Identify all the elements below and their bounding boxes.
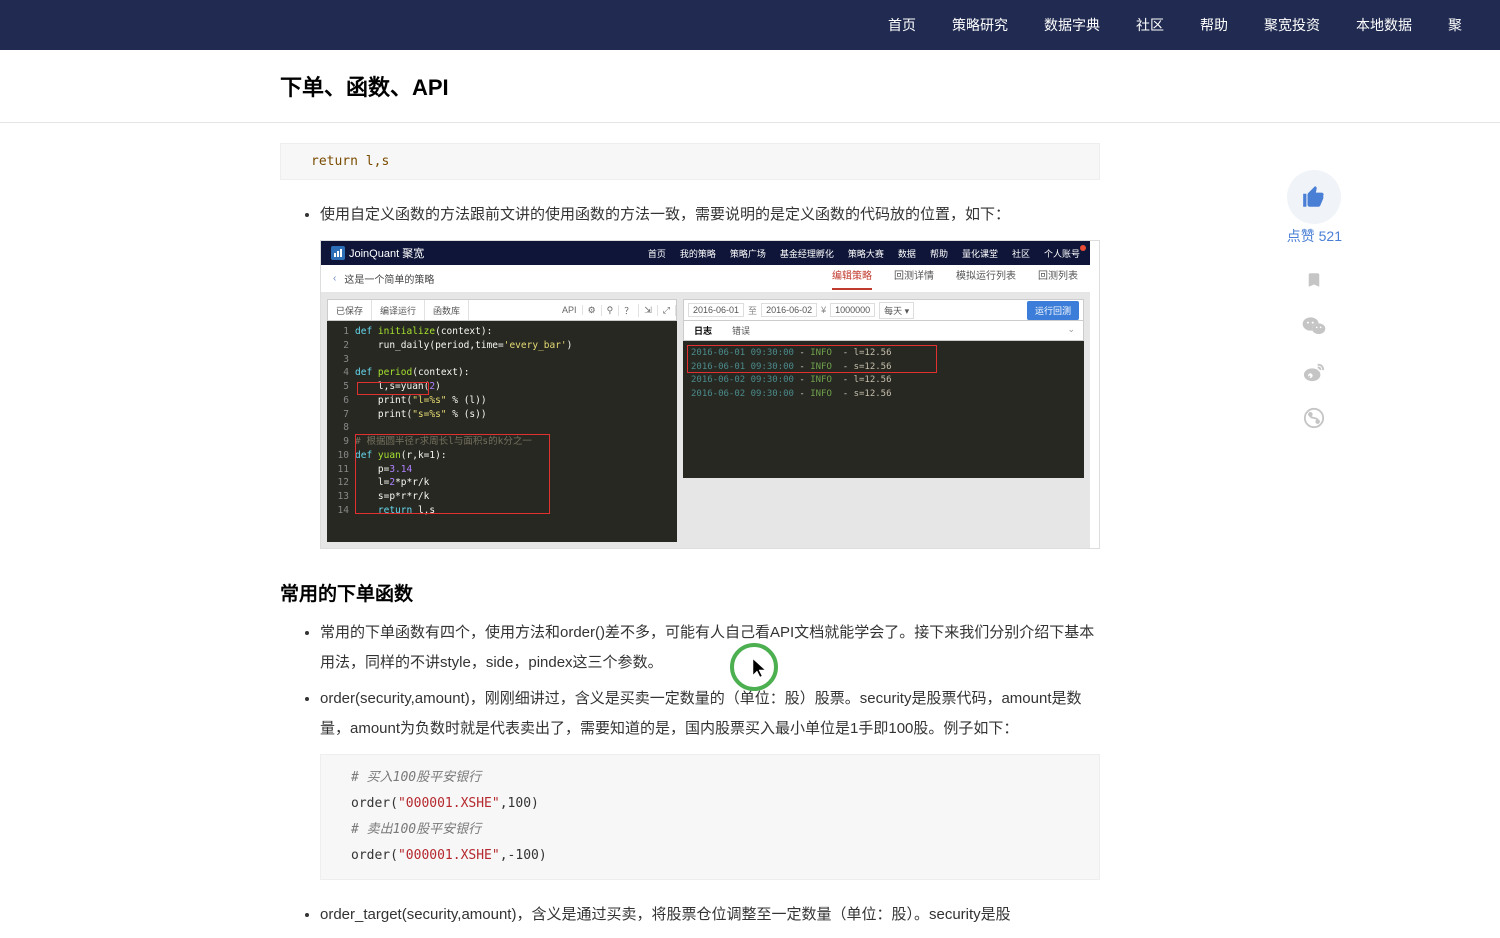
tab-backtest-list[interactable]: 回测列表 bbox=[1038, 267, 1078, 290]
mini-nav-item[interactable]: 我的策略 bbox=[680, 247, 716, 260]
currency-label: ¥ bbox=[821, 305, 826, 315]
code-line: return l,s bbox=[311, 154, 389, 169]
share-icon[interactable] bbox=[1302, 406, 1326, 430]
code-order-example: # 买入100股平安银行 order("000001.XSHE",100) # … bbox=[320, 754, 1100, 880]
page-title: 下单、函数、API bbox=[280, 70, 1500, 102]
mini-nav-item[interactable]: 帮助 bbox=[930, 247, 948, 260]
bullet-four-fns: 常用的下单函数有四个，使用方法和order()差不多，可能有人自己看API文档就… bbox=[320, 618, 1100, 678]
mini-nav-item[interactable]: 基金经理孵化 bbox=[780, 247, 834, 260]
nav-local-data[interactable]: 本地数据 bbox=[1356, 15, 1412, 35]
mini-nav-item[interactable]: 策略广场 bbox=[730, 247, 766, 260]
tab-log[interactable]: 日志 bbox=[684, 321, 722, 340]
settings-icon[interactable]: ⚙ bbox=[583, 305, 602, 316]
bullet-order-target: order_target(security,amount)，含义是通过买卖，将股… bbox=[320, 900, 1100, 930]
log-panel: 2016-06-01 09:30:00 - INFO - l=12.562016… bbox=[683, 341, 1084, 478]
tab-error[interactable]: 错误 bbox=[722, 321, 760, 340]
nav-strategy[interactable]: 策略研究 bbox=[952, 15, 1008, 35]
main-content: return l,s 使用自定义函数的方法跟前文讲的使用函数的方法一致，需要说明… bbox=[280, 123, 1100, 930]
mini-nav-item[interactable]: 数据 bbox=[898, 247, 916, 260]
mini-logo-text: JoinQuant 聚宽 bbox=[349, 245, 424, 261]
backtest-config-bar: 2016-06-01 至 2016-06-02 ¥ 1000000 每天 ▾ 运… bbox=[683, 299, 1084, 321]
like-widget[interactable]: 点赞 521 bbox=[1287, 170, 1342, 246]
run-backtest-button[interactable]: 运行回测 bbox=[1027, 301, 1079, 320]
nav-help[interactable]: 帮助 bbox=[1200, 15, 1228, 35]
saved-chip: 已保存 bbox=[328, 300, 372, 320]
back-chevron-icon[interactable]: ‹ bbox=[333, 273, 336, 284]
weibo-icon[interactable] bbox=[1302, 360, 1326, 384]
mini-right-tabs: 编辑策略 回测详情 模拟运行列表 回测列表 bbox=[832, 267, 1078, 290]
editor-toolbar: 已保存 编译运行 函数库 API ⚙ ⚲ ？ ⇲ ⤢ bbox=[327, 299, 677, 321]
date-from-field[interactable]: 2016-06-01 bbox=[688, 303, 744, 317]
nav-invest[interactable]: 聚宽投资 bbox=[1264, 15, 1320, 35]
bullet-custom-fn: 使用自定义函数的方法跟前文讲的使用函数的方法一致，需要说明的是定义函数的代码放的… bbox=[320, 200, 1100, 230]
nav-data-dict[interactable]: 数据字典 bbox=[1044, 15, 1100, 35]
collapse-chevron-icon[interactable]: ⌄ bbox=[1059, 321, 1083, 340]
tab-sim-run-list[interactable]: 模拟运行列表 bbox=[956, 267, 1016, 290]
ide-screenshot: JoinQuant 聚宽 首页 我的策略 策略广场 基金经理孵化 策略大赛 数据… bbox=[320, 240, 1100, 549]
nav-home[interactable]: 首页 bbox=[888, 15, 916, 35]
to-label: 至 bbox=[748, 304, 757, 317]
fullscreen-icon[interactable]: ⤢ bbox=[658, 305, 676, 316]
mini-nav: 首页 我的策略 策略广场 基金经理孵化 策略大赛 数据 帮助 量化课堂 社区 个… bbox=[648, 247, 1080, 260]
export-icon[interactable]: ⇲ bbox=[639, 305, 658, 316]
mini-logo: JoinQuant 聚宽 bbox=[331, 245, 424, 261]
bar-chart-icon bbox=[331, 246, 345, 260]
amount-field[interactable]: 1000000 bbox=[830, 303, 875, 317]
mini-app-header: JoinQuant 聚宽 首页 我的策略 策略广场 基金经理孵化 策略大赛 数据… bbox=[321, 241, 1090, 265]
nav-community[interactable]: 社区 bbox=[1136, 15, 1164, 35]
freq-select[interactable]: 每天 ▾ bbox=[879, 302, 914, 319]
fn-lib-btn[interactable]: 函数库 bbox=[425, 300, 469, 320]
log-tabs: 日志 错误 ⌄ bbox=[683, 321, 1084, 341]
strategy-name: 这是一个简单的策略 bbox=[344, 271, 434, 286]
search-icon[interactable]: ⚲ bbox=[602, 305, 620, 316]
api-btn[interactable]: API bbox=[557, 305, 583, 315]
top-navigation: 首页 策略研究 数据字典 社区 帮助 聚宽投资 本地数据 聚 bbox=[0, 0, 1500, 50]
mini-nav-item[interactable]: 社区 bbox=[1012, 247, 1030, 260]
mini-nav-item[interactable]: 量化课堂 bbox=[962, 247, 998, 260]
date-to-field[interactable]: 2016-06-02 bbox=[761, 303, 817, 317]
nav-more[interactable]: 聚 bbox=[1448, 15, 1462, 35]
tab-edit-strategy[interactable]: 编辑策略 bbox=[832, 267, 872, 290]
section-heading-order-fns: 常用的下单函数 bbox=[280, 579, 1100, 606]
side-widget-rail: 点赞 521 bbox=[1287, 170, 1342, 430]
mini-nav-item[interactable]: 首页 bbox=[648, 247, 666, 260]
help-icon[interactable]: ？ bbox=[619, 304, 639, 317]
wechat-icon[interactable] bbox=[1302, 314, 1326, 338]
page-header: 下单、函数、API bbox=[0, 50, 1500, 123]
tab-backtest-detail[interactable]: 回测详情 bbox=[894, 267, 934, 290]
mini-nav-item[interactable]: 策略大赛 bbox=[848, 247, 884, 260]
bookmark-icon[interactable] bbox=[1302, 268, 1326, 292]
thumbs-up-icon bbox=[1301, 184, 1327, 210]
like-count-label: 点赞 521 bbox=[1287, 226, 1342, 246]
mini-sub-nav: ‹ 这是一个简单的策略 编辑策略 回测详情 模拟运行列表 回测列表 bbox=[321, 265, 1090, 293]
mini-nav-item-account[interactable]: 个人账号 bbox=[1044, 247, 1080, 260]
code-snippet-top: return l,s bbox=[280, 143, 1100, 180]
bullet-order-fn: order(security,amount)，刚刚细讲过，含义是买卖一定数量的（… bbox=[320, 684, 1100, 880]
compile-run-btn[interactable]: 编译运行 bbox=[372, 300, 425, 320]
code-editor[interactable]: 1def initialize(context):2 run_daily(per… bbox=[327, 321, 677, 542]
